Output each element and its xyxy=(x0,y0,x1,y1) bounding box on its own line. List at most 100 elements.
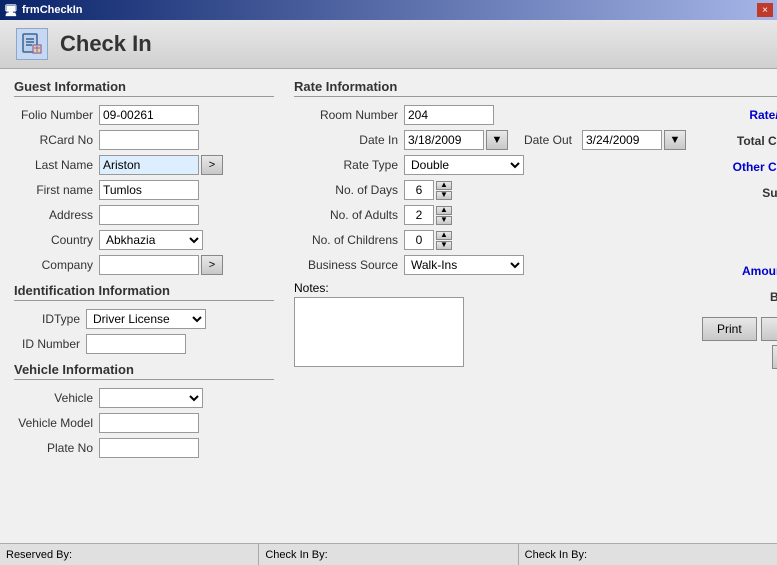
date-out-dropdown-btn[interactable]: ▼ xyxy=(664,130,686,150)
idnumber-input[interactable] xyxy=(86,334,186,354)
notes-input[interactable] xyxy=(294,297,464,367)
adults-row: No. of Adults ▲ ▼ xyxy=(294,205,686,225)
guest-info-title: Guest Information xyxy=(14,79,274,97)
days-down-btn[interactable]: ▼ xyxy=(436,191,452,200)
close-button[interactable]: × xyxy=(757,3,773,17)
id-info-section: Identification Information IDType Driver… xyxy=(14,283,274,354)
title-bar: 🖥 frmCheckIn × xyxy=(0,0,777,20)
adults-spinner: ▲ ▼ xyxy=(404,205,452,225)
vehicle-info-title: Vehicle Information xyxy=(14,362,274,380)
room-number-row: Room Number xyxy=(294,105,686,125)
vehicle-info-section: Vehicle Information Vehicle Car Truck Va… xyxy=(14,362,274,458)
total-charges-label: Total Charges xyxy=(722,134,777,148)
adults-down-btn[interactable]: ▼ xyxy=(436,216,452,225)
firstname-input[interactable] xyxy=(99,180,199,200)
days-up-btn[interactable]: ▲ xyxy=(436,181,452,190)
date-in-row: Date In ▼ Date Out ▼ xyxy=(294,130,686,150)
company-edit-btn[interactable]: > xyxy=(201,255,223,275)
childrens-input[interactable] xyxy=(404,230,434,250)
change-room-button[interactable]: Change Room xyxy=(761,317,777,341)
date-in-field-group: ▼ xyxy=(404,130,508,150)
vehicle-model-input[interactable] xyxy=(99,413,199,433)
amount-paid-label[interactable]: Amount Paid xyxy=(722,264,777,278)
date-in-label: Date In xyxy=(294,133,404,147)
room-number-input[interactable] xyxy=(404,105,494,125)
plate-row: Plate No xyxy=(14,438,274,458)
company-label: Company xyxy=(14,258,99,272)
plate-input[interactable] xyxy=(99,438,199,458)
checkin-by2-label: Check In By: xyxy=(525,549,587,561)
adults-up-btn[interactable]: ▲ xyxy=(436,206,452,215)
days-input[interactable] xyxy=(404,180,434,200)
title-bar-text: frmCheckIn xyxy=(22,4,83,16)
childrens-label: No. of Childrens xyxy=(294,233,404,247)
update-button[interactable]: Update xyxy=(772,345,777,369)
vehicle-model-row: Vehicle Model xyxy=(14,413,274,433)
btn-row-2: Update Cancel xyxy=(702,345,777,369)
rate-type-label: Rate Type xyxy=(294,158,404,172)
adults-spinner-btns: ▲ ▼ xyxy=(436,206,452,225)
guest-info-section: Guest Information Folio Number RCard No … xyxy=(14,79,274,275)
action-buttons-area: Print Change Room Check Out Update Cance… xyxy=(702,317,777,369)
sub-total-row: Sub Total xyxy=(702,183,777,203)
adults-input[interactable] xyxy=(404,205,434,225)
other-charges-row: Other Charges xyxy=(702,157,777,177)
discount-label: Discount xyxy=(743,212,777,226)
lastname-input[interactable] xyxy=(99,155,199,175)
sub-total-label: Sub Total xyxy=(722,186,777,200)
form-body: Guest Information Folio Number RCard No … xyxy=(14,79,763,533)
idnumber-row: ID Number xyxy=(14,334,274,354)
amount-paid-row: Amount Paid xyxy=(702,261,777,281)
left-panel: Guest Information Folio Number RCard No … xyxy=(14,79,274,533)
date-out-input[interactable] xyxy=(582,130,662,150)
id-info-title: Identification Information xyxy=(14,283,274,301)
total-row: Total xyxy=(702,235,777,255)
vehicle-select[interactable]: Car Truck Van xyxy=(99,388,203,408)
folio-input[interactable] xyxy=(99,105,199,125)
firstname-row: First name xyxy=(14,180,274,200)
idtype-select[interactable]: Driver License Passport National ID xyxy=(86,309,206,329)
vehicle-row: Vehicle Car Truck Van xyxy=(14,388,274,408)
lastname-edit-btn[interactable]: > xyxy=(201,155,223,175)
rate-top-area: Room Number Date In ▼ Date Out xyxy=(294,105,777,370)
title-bar-icon: 🖥 xyxy=(4,4,18,17)
company-row: Company > xyxy=(14,255,274,275)
company-input[interactable] xyxy=(99,255,199,275)
reserved-by-label: Reserved By: xyxy=(6,549,72,561)
childrens-down-btn[interactable]: ▼ xyxy=(436,241,452,250)
print-button[interactable]: Print xyxy=(702,317,757,341)
childrens-spinner: ▲ ▼ xyxy=(404,230,452,250)
date-out-field-group: ▼ xyxy=(582,130,686,150)
rate-type-select[interactable]: Single Double Triple Suite xyxy=(404,155,524,175)
business-source-select[interactable]: Walk-Ins Online Agency xyxy=(404,255,524,275)
balance-label: Balance xyxy=(722,290,777,304)
checkin-by-label: Check In By: xyxy=(265,549,327,561)
folio-row: Folio Number xyxy=(14,105,274,125)
idtype-label: IDType xyxy=(14,312,86,326)
plate-label: Plate No xyxy=(14,441,99,455)
status-checkin-by2: Check In By: xyxy=(519,544,777,565)
total-label: Total xyxy=(722,238,777,252)
childrens-up-btn[interactable]: ▲ xyxy=(436,231,452,240)
rcard-input[interactable] xyxy=(99,130,199,150)
country-select[interactable]: Abkhazia Albania USA xyxy=(99,230,203,250)
address-row: Address xyxy=(14,205,274,225)
date-in-input[interactable] xyxy=(404,130,484,150)
discount-row: Discount % xyxy=(702,209,777,229)
firstname-label: First name xyxy=(14,183,99,197)
rate-type-row: Rate Type Single Double Triple Suite xyxy=(294,155,686,175)
status-reserved-by: Reserved By: xyxy=(0,544,259,565)
address-input[interactable] xyxy=(99,205,199,225)
header-bar: Check In xyxy=(0,20,777,69)
adults-label: No. of Adults xyxy=(294,208,404,222)
address-label: Address xyxy=(14,208,99,222)
status-checkin-by1: Check In By: xyxy=(259,544,518,565)
rcard-label: RCard No xyxy=(14,133,99,147)
rate-period-label[interactable]: Rate/Period xyxy=(722,108,777,122)
btn-row-1: Print Change Room Check Out xyxy=(702,317,777,341)
date-in-dropdown-btn[interactable]: ▼ xyxy=(486,130,508,150)
total-charges-row: Total Charges xyxy=(702,131,777,151)
rate-period-row: Rate/Period xyxy=(702,105,777,125)
main-window: Check In Guest Information Folio Number … xyxy=(0,20,777,565)
other-charges-label[interactable]: Other Charges xyxy=(722,160,777,174)
